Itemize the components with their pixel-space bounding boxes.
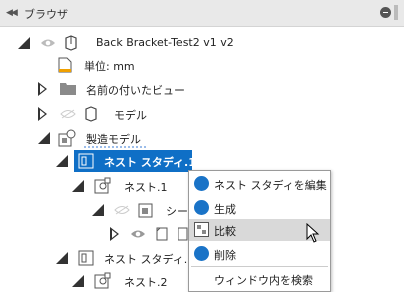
model-row[interactable]: モデル <box>0 103 404 125</box>
menu-item-label: 生成 <box>214 203 236 216</box>
nest-study1-label: ネスト スタディ.1 <box>104 156 196 169</box>
menu-item-label: 削除 <box>214 249 236 262</box>
expand-icon[interactable] <box>56 252 68 264</box>
visibility-eye-icon[interactable] <box>40 38 56 48</box>
pin-icon[interactable] <box>380 7 391 18</box>
sheet-row[interactable]: シー <box>0 199 190 221</box>
root-label: Back Bracket-Test2 v1 v2 <box>96 36 234 49</box>
folder-icon <box>60 83 76 95</box>
menu-item-edit-nest-study[interactable]: ネスト スタディを編集 <box>189 173 330 195</box>
generate-icon <box>194 200 209 215</box>
expand-icon[interactable] <box>110 227 119 241</box>
menu-item-find-in-window[interactable]: ウィンドウ内を検索 <box>189 268 330 290</box>
menu-item-generate[interactable]: 生成 <box>189 197 330 219</box>
collapse-panel-icon[interactable]: ◀◀ <box>6 8 18 18</box>
model-label: モデル <box>114 109 147 122</box>
selected-item-highlight[interactable]: ネスト スタディ.1 <box>74 150 196 172</box>
sheet-icon <box>138 203 153 218</box>
named-views-row[interactable]: 名前の付いたビュー <box>0 78 404 100</box>
nest-study-icon <box>78 153 94 169</box>
nest-icon <box>94 272 111 289</box>
dashed-underline <box>84 146 146 148</box>
manufacturing-model-row[interactable]: 製造モデル <box>0 127 404 149</box>
nest1-label: ネスト.1 <box>124 181 168 194</box>
component-icon <box>85 106 97 122</box>
hidden-eye-icon[interactable] <box>114 205 130 215</box>
delete-icon <box>194 246 209 261</box>
manufacturing-model-label: 製造モデル <box>86 133 141 146</box>
hidden-eye-icon[interactable] <box>60 109 76 119</box>
nest2-label: ネスト.2 <box>124 276 168 289</box>
menu-item-label: ネスト スタディを編集 <box>214 179 327 192</box>
expand-icon[interactable] <box>38 107 47 121</box>
edit-nest-study-icon <box>194 176 209 191</box>
expand-icon[interactable] <box>38 132 50 144</box>
expand-icon[interactable] <box>56 155 68 167</box>
body-row[interactable] <box>0 223 190 245</box>
visibility-eye-icon[interactable] <box>130 229 146 239</box>
expand-icon[interactable] <box>72 180 84 192</box>
expand-icon[interactable] <box>72 275 84 287</box>
units-label: 単位: mm <box>84 60 135 73</box>
body-icon <box>156 227 168 241</box>
menu-item-label: ウィンドウ内を検索 <box>214 274 313 287</box>
manufacturing-model-icon <box>58 129 76 147</box>
compare-icon <box>194 222 209 237</box>
body-icon-2 <box>178 227 188 241</box>
mouse-cursor-icon <box>306 223 320 243</box>
expand-icon[interactable] <box>18 37 30 49</box>
panel-handle[interactable] <box>394 5 398 20</box>
context-menu: ネスト スタディを編集 生成 比較 削除 ウィンドウ内を検索 <box>188 170 331 292</box>
expand-icon[interactable] <box>38 82 47 96</box>
sheet-label: シー <box>166 205 188 218</box>
menu-item-compare[interactable]: 比較 <box>189 219 330 243</box>
menu-separator <box>191 266 328 267</box>
nest-study2-row[interactable]: ネスト スタディ.2 <box>0 247 194 269</box>
menu-item-label: 比較 <box>214 225 236 238</box>
nest1-row[interactable]: ネスト.1 <box>0 175 190 197</box>
browser-header: ◀◀ ブラウザ <box>0 0 404 27</box>
document-units-icon <box>58 57 72 73</box>
nest-icon <box>94 177 111 194</box>
panel-title: ブラウザ <box>24 8 68 21</box>
units-row[interactable]: 単位: mm <box>0 54 404 76</box>
nest-study1-row[interactable] <box>0 150 404 172</box>
menu-item-delete[interactable]: 削除 <box>189 243 330 265</box>
named-views-label: 名前の付いたビュー <box>86 84 185 97</box>
tree-root[interactable]: Back Bracket-Test2 v1 v2 <box>0 32 404 54</box>
nest-study2-label: ネスト スタディ.2 <box>104 253 195 266</box>
nest2-row[interactable]: ネスト.2 <box>0 270 190 292</box>
component-icon <box>65 35 77 51</box>
expand-icon[interactable] <box>92 204 104 216</box>
nest-study-icon <box>78 250 94 266</box>
